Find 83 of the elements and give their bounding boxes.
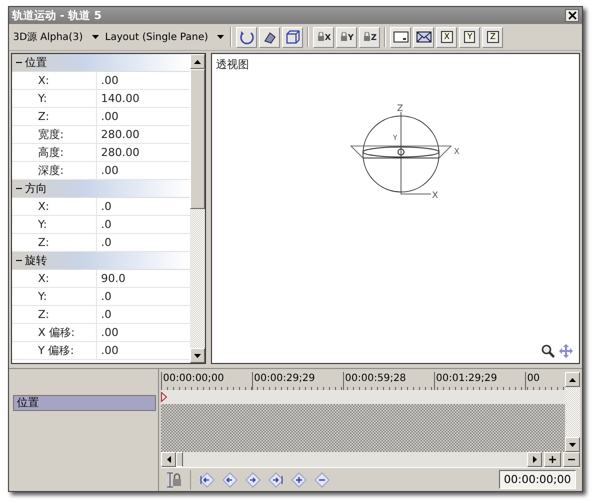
property-value[interactable]: .00	[97, 344, 118, 357]
group-header[interactable]: 位置	[12, 54, 190, 72]
scroll-right-icon[interactable]	[527, 452, 542, 467]
property-name: X:	[12, 198, 97, 215]
lock-icon	[340, 32, 348, 42]
property-value[interactable]: .0	[97, 236, 112, 249]
rotate-button[interactable]	[236, 26, 258, 48]
property-value[interactable]: 280.00	[97, 146, 140, 159]
keyframe-first-button[interactable]	[198, 470, 216, 488]
cube-icon	[284, 29, 301, 45]
source-dropdown[interactable]: 3D源 Alpha(3)	[11, 30, 102, 44]
layout-dropdown[interactable]: Layout (Single Pane)	[103, 32, 226, 42]
property-value[interactable]: .0	[97, 218, 112, 231]
time-display-field[interactable]: 00:00:00;00	[498, 470, 576, 489]
group-label: 方向	[25, 181, 47, 196]
frame-icon	[392, 30, 409, 44]
scroll-thumb[interactable]	[176, 452, 183, 467]
property-name: Z:	[12, 306, 97, 323]
group-header[interactable]: 方向	[12, 180, 190, 198]
pan-button[interactable]	[259, 26, 280, 48]
scroll-thumb[interactable]	[190, 69, 205, 209]
group-header[interactable]: 旋转	[12, 252, 190, 270]
property-value[interactable]: 280.00	[97, 128, 140, 141]
property-value[interactable]: .0	[97, 290, 112, 303]
keyframe-marker-icon	[161, 392, 167, 402]
property-name: X 偏移:	[12, 324, 97, 341]
zoom-in-button[interactable]: +	[544, 452, 561, 467]
property-name: X:	[12, 270, 97, 287]
caret-icon	[217, 34, 224, 39]
track-item[interactable]: 位置	[13, 395, 156, 411]
rotate-icon	[238, 29, 255, 45]
frame-button[interactable]	[390, 26, 412, 48]
scroll-up-icon[interactable]	[565, 372, 580, 387]
lock-icon	[316, 32, 325, 42]
property-value[interactable]: .0	[97, 308, 112, 321]
close-button[interactable]	[565, 9, 579, 22]
property-name: Y:	[12, 288, 97, 305]
property-name: 深度:	[12, 162, 97, 179]
property-name: Z:	[12, 234, 97, 251]
keyframe-last-button[interactable]	[267, 470, 285, 488]
property-name: Z:	[12, 108, 97, 125]
property-value[interactable]: .00	[97, 110, 118, 123]
group-label: 位置	[25, 55, 47, 70]
scroll-up-icon[interactable]	[190, 54, 205, 69]
vertical-scrollbar[interactable]	[190, 54, 205, 363]
keyframe-add-button[interactable]	[290, 470, 308, 488]
property-value[interactable]: .00	[97, 74, 118, 87]
view-button[interactable]: Z	[482, 26, 504, 48]
keyframe-track[interactable]	[161, 390, 565, 404]
property-value[interactable]: .00	[97, 326, 118, 339]
property-name: Y:	[12, 90, 97, 107]
horizontal-scrollbar[interactable]	[161, 452, 542, 467]
property-name: 宽度:	[12, 126, 97, 143]
axis-lock-button[interactable]: Z	[359, 26, 380, 48]
envelope-icon	[416, 30, 432, 44]
envelope-button[interactable]	[413, 26, 434, 48]
keyframe-prev-button[interactable]	[221, 470, 239, 488]
property-name: Y 偏移:	[12, 342, 97, 359]
group-label: 旋转	[25, 253, 47, 268]
axis-lock-button[interactable]: X	[313, 26, 334, 48]
property-value[interactable]: 140.00	[97, 92, 140, 105]
viewport-label: 透视图	[216, 57, 249, 72]
search-icon[interactable]	[541, 344, 555, 358]
property-value[interactable]: .00	[97, 164, 118, 177]
lock-cursor-icon[interactable]	[165, 470, 183, 488]
property-name: Y:	[12, 216, 97, 233]
view-button[interactable]: X	[436, 26, 458, 48]
property-value[interactable]: .0	[97, 200, 112, 213]
lock-icon	[362, 32, 371, 42]
cube-button[interactable]	[282, 26, 304, 48]
zoom-out-button[interactable]: −	[563, 452, 580, 467]
keyframe-next-button[interactable]	[244, 470, 262, 488]
scroll-down-icon[interactable]	[565, 437, 580, 452]
scroll-left-icon[interactable]	[161, 452, 176, 467]
property-name: 高度:	[12, 144, 97, 161]
axis-lock-button[interactable]: Y	[336, 26, 358, 48]
window-title: 轨道运动 - 轨道 5	[12, 8, 103, 23]
property-name: X:	[12, 72, 97, 89]
scroll-down-icon[interactable]	[190, 348, 205, 363]
caret-icon	[92, 35, 100, 40]
property-value[interactable]: 90.0	[97, 272, 126, 285]
view-button[interactable]: Y	[459, 26, 480, 48]
vertical-scrollbar[interactable]	[565, 372, 580, 452]
